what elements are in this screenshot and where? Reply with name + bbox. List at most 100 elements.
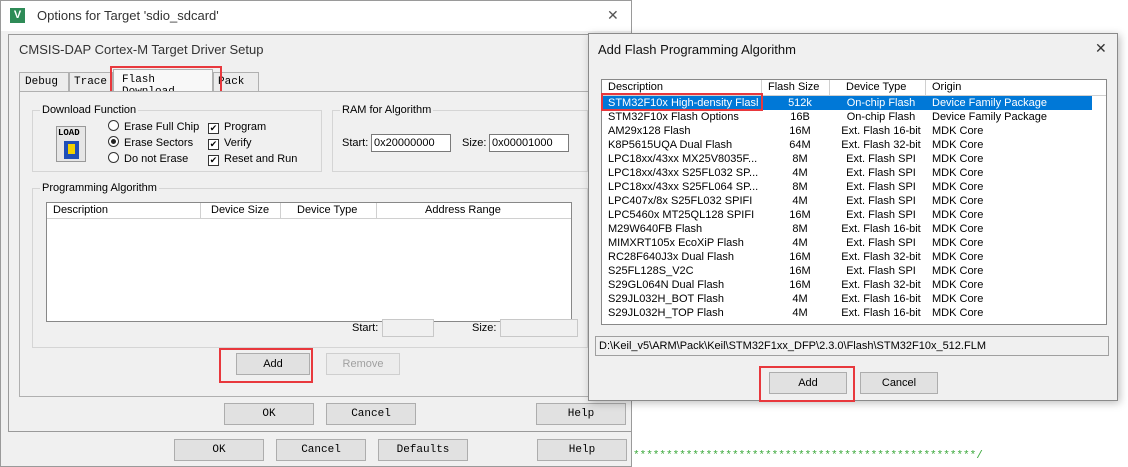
flash-row-origin: Device Family Package xyxy=(932,111,1047,123)
flash-dialog-title: Add Flash Programming Algorithm xyxy=(598,42,796,57)
flash-cancel-button[interactable]: Cancel xyxy=(860,372,938,394)
flash-col-origin[interactable]: Origin xyxy=(926,80,1106,95)
flash-row-size: 4M xyxy=(792,195,808,207)
programming-algorithm-table[interactable]: Description Device Size Device Type Addr… xyxy=(46,202,572,322)
erase-full-chip-radio[interactable]: Erase Full Chip xyxy=(108,120,199,133)
flash-algorithm-row[interactable]: STM32F10x Flash Options 16B On-chip Flash D… xyxy=(602,110,1092,124)
flash-row-type: Ext. Flash 16-bit xyxy=(841,293,921,305)
driver-cancel-button[interactable]: Cancel xyxy=(326,403,416,425)
flash-algorithm-row[interactable]: LPC5460x MT25QL128 SPIFI 16M Ext. Flash SP… xyxy=(602,208,1092,222)
flash-row-description: STM32F10x Flash Options xyxy=(608,111,739,123)
program-label: Program xyxy=(224,121,267,133)
load-arrow-mark-icon xyxy=(68,144,75,154)
flash-algorithm-row[interactable]: LPC18xx/43xx S25FL064 SP... 8M Ext. Flash … xyxy=(602,180,1092,194)
flash-row-type: On-chip Flash xyxy=(846,111,916,123)
flash-algorithm-row[interactable]: LPC18xx/43xx S25FL032 SP... 4M Ext. Flash … xyxy=(602,166,1092,180)
col-address-range[interactable]: Address Range xyxy=(377,203,571,218)
algorithm-size-label: Size: xyxy=(472,322,497,334)
driver-help-button[interactable]: Help xyxy=(536,403,626,425)
flash-row-description: LPC407x/8x S25FL032 SPIFI xyxy=(608,195,753,207)
outer-cancel-button[interactable]: Cancel xyxy=(276,439,366,461)
programming-algorithm-title: Programming Algorithm xyxy=(40,182,159,194)
do-not-erase-radio-icon xyxy=(108,152,119,163)
flash-row-origin: MDK Core xyxy=(932,251,984,263)
col-device-size[interactable]: Device Size xyxy=(201,203,281,218)
flash-download-panel: Download Function LOAD Erase Full Chip E… xyxy=(19,91,625,397)
ram-for-algorithm-title: RAM for Algorithm xyxy=(340,104,434,116)
flash-row-origin: MDK Core xyxy=(932,279,984,291)
driver-ok-button[interactable]: OK xyxy=(224,403,314,425)
tab-trace[interactable]: Trace xyxy=(69,72,113,91)
erase-sectors-radio[interactable]: Erase Sectors xyxy=(108,136,193,149)
flash-row-origin: MDK Core xyxy=(932,223,984,235)
reset-and-run-checkbox[interactable]: ✔ Reset and Run xyxy=(208,153,297,166)
flash-dialog-close-icon[interactable]: ✕ xyxy=(1095,40,1107,57)
flash-row-size: 8M xyxy=(792,153,808,165)
add-button-highlight xyxy=(219,348,313,383)
flash-algorithm-row[interactable]: S25FL128S_V2C 16M Ext. Flash SPI MDK Core xyxy=(602,264,1092,278)
ram-start-input[interactable]: 0x20000000 xyxy=(371,134,451,152)
driver-dialog-title: CMSIS-DAP Cortex-M Target Driver Setup xyxy=(19,42,264,57)
flash-algorithm-row[interactable]: MIMXRT105x EcoXiP Flash 4M Ext. Flash SPI M… xyxy=(602,236,1092,250)
flash-algorithm-row[interactable]: K8P5615UQA Dual Flash 64M Ext. Flash 32-bi… xyxy=(602,138,1092,152)
flash-row-type: Ext. Flash 16-bit xyxy=(841,307,921,319)
flash-row-size: 16M xyxy=(789,265,811,277)
flash-row-size: 16B xyxy=(790,111,810,123)
keil-app-icon: V xyxy=(10,8,25,23)
flash-row-description: S25FL128S_V2C xyxy=(608,265,694,277)
reset-and-run-check-icon: ✔ xyxy=(208,155,219,166)
verify-checkbox[interactable]: ✔ Verify xyxy=(208,137,252,150)
ram-size-label: Size: xyxy=(462,137,487,149)
flash-row-type: On-chip Flash xyxy=(846,97,916,109)
col-description[interactable]: Description xyxy=(47,203,201,218)
flash-row-origin: MDK Core xyxy=(932,265,984,277)
flash-row-description: RC28F640J3x Dual Flash xyxy=(608,251,734,263)
flash-algorithm-row[interactable]: M29W640FB Flash 8M Ext. Flash 16-bit MDK Co… xyxy=(602,222,1092,236)
flash-algorithm-row[interactable]: LPC407x/8x S25FL032 SPIFI 4M Ext. Flash SP… xyxy=(602,194,1092,208)
outer-close-icon[interactable]: ✕ xyxy=(607,7,619,24)
flash-row-origin: MDK Core xyxy=(932,209,984,221)
outer-ok-button[interactable]: OK xyxy=(174,439,264,461)
ram-size-input[interactable]: 0x00001000 xyxy=(489,134,569,152)
flash-row-type: Ext. Flash SPI xyxy=(846,195,916,207)
stm32-row-highlight xyxy=(601,93,763,111)
flash-row-type: Ext. Flash SPI xyxy=(846,181,916,193)
flash-algorithm-row[interactable]: S29GL064N Dual Flash 16M Ext. Flash 32-bit… xyxy=(602,278,1092,292)
flash-row-size: 8M xyxy=(792,181,808,193)
driver-setup-dialog: CMSIS-DAP Cortex-M Target Driver Setup D… xyxy=(8,34,632,432)
outer-defaults-button[interactable]: Defaults xyxy=(378,439,468,461)
algorithm-size-input xyxy=(500,319,578,337)
flash-algorithm-row[interactable]: AM29x128 Flash 16M Ext. Flash 16-bit MDK Co… xyxy=(602,124,1092,138)
flash-row-type: Ext. Flash SPI xyxy=(846,167,916,179)
flash-row-origin: MDK Core xyxy=(932,195,984,207)
flash-row-description: LPC5460x MT25QL128 SPIFI xyxy=(608,209,755,221)
erase-sectors-label: Erase Sectors xyxy=(124,137,194,149)
program-checkbox[interactable]: ✔ Program xyxy=(208,121,266,134)
flash-row-type: Ext. Flash 32-bit xyxy=(841,139,921,151)
program-check-icon: ✔ xyxy=(208,123,219,134)
load-icon-text: LOAD xyxy=(58,128,80,138)
flash-add-button-highlight xyxy=(759,366,855,402)
flash-algorithm-list[interactable]: Description Flash Size Device Type Origi… xyxy=(601,79,1107,325)
outer-help-button[interactable]: Help xyxy=(537,439,627,461)
verify-label: Verify xyxy=(224,137,252,149)
remove-algorithm-button: Remove xyxy=(326,353,400,375)
do-not-erase-radio[interactable]: Do not Erase xyxy=(108,152,188,165)
flash-row-description: LPC18xx/43xx MX25V8035F... xyxy=(608,153,758,165)
tab-debug[interactable]: Debug xyxy=(19,72,69,91)
flash-algorithm-row[interactable]: S29JL032H_BOT Flash 4M Ext. Flash 16-bit MD… xyxy=(602,292,1092,306)
flash-algorithm-row[interactable]: LPC18xx/43xx MX25V8035F... 8M Ext. Flash S… xyxy=(602,152,1092,166)
flash-row-origin: MDK Core xyxy=(932,139,984,151)
flash-row-type: Ext. Flash SPI xyxy=(846,153,916,165)
flash-col-flash-size[interactable]: Flash Size xyxy=(762,80,830,95)
flash-algorithm-row[interactable]: S29JL032H_TOP Flash 4M Ext. Flash 16-bit MD… xyxy=(602,306,1092,320)
flash-download-tab-highlight xyxy=(110,66,222,94)
flash-algorithm-row[interactable]: RC28F640J3x Dual Flash 16M Ext. Flash 32-b… xyxy=(602,250,1092,264)
erase-sectors-radio-icon xyxy=(108,136,119,147)
flash-row-description: K8P5615UQA Dual Flash xyxy=(608,139,733,151)
flash-row-size: 4M xyxy=(792,237,808,249)
col-device-type[interactable]: Device Type xyxy=(281,203,377,218)
flash-col-device-type[interactable]: Device Type xyxy=(830,80,926,95)
tab-trace-label: Trace xyxy=(74,76,108,88)
flash-row-origin: MDK Core xyxy=(932,307,984,319)
